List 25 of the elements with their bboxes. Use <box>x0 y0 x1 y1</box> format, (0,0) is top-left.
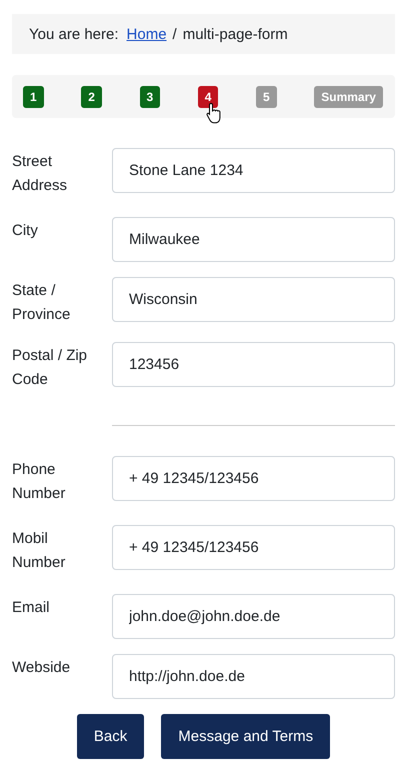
field-label: Mobil Number <box>12 529 66 573</box>
step-badge[interactable]: 3 <box>140 86 160 108</box>
home-link[interactable]: Home <box>126 26 167 42</box>
field-label: City <box>12 221 39 241</box>
nav-button[interactable]: Message and Terms <box>161 714 330 759</box>
breadcrumb-separator: / <box>172 26 177 42</box>
breadcrumb-current: multi-page-form <box>182 26 288 42</box>
input-field[interactable]: john.doe@john.doe.de <box>112 594 395 639</box>
field-label: Postal / Zip Code <box>12 346 88 390</box>
input-field[interactable]: http://john.doe.de <box>112 654 395 699</box>
input-field[interactable]: Wisconsin <box>112 277 395 322</box>
field-label: Email <box>12 598 51 618</box>
input-field[interactable]: + 49 12345/123456 <box>112 456 395 501</box>
input-field[interactable]: 123456 <box>112 342 395 387</box>
field-label: Phone Number <box>12 460 66 504</box>
input-field[interactable]: + 49 12345/123456 <box>112 525 395 570</box>
breadcrumb-prefix: You are here: <box>29 26 119 42</box>
field-label: Street Address <box>12 152 68 196</box>
input-field[interactable]: Stone Lane 1234 <box>112 148 395 193</box>
nav-button[interactable]: Back <box>76 714 144 759</box>
field-label: Webside <box>12 658 72 678</box>
input-field[interactable]: Milwaukee <box>112 217 395 262</box>
step-badge[interactable]: 1 <box>23 86 44 108</box>
step-badge[interactable]: 2 <box>81 86 102 108</box>
field-label: State / Province <box>12 281 72 325</box>
